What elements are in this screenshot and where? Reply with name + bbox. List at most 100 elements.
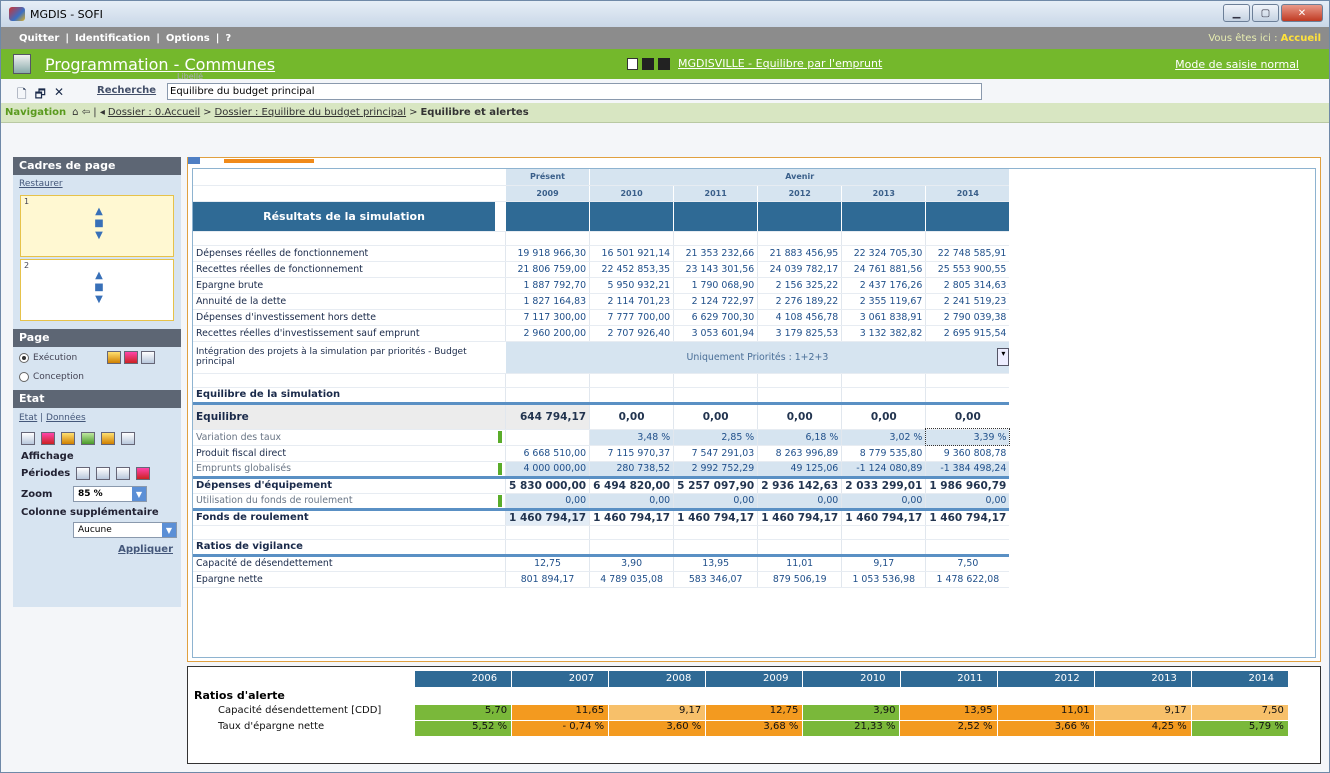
results-title: Résultats de la simulation xyxy=(193,201,495,232)
crumb-equilibre[interactable]: Dossier : Equilibre du budget principal xyxy=(215,107,407,118)
present-header: Présent xyxy=(504,169,590,186)
maximize-button[interactable]: ▢ xyxy=(1252,4,1279,22)
menu-identification[interactable]: Identification xyxy=(75,33,150,44)
zoom-select[interactable]: 85 % ▼ xyxy=(73,486,147,502)
chevron-down-icon[interactable]: ▾ xyxy=(997,347,1010,366)
navigation-label: Navigation xyxy=(5,107,67,118)
sort-icon[interactable] xyxy=(642,57,654,70)
etat-header: Etat xyxy=(13,390,181,408)
period-right-icon[interactable] xyxy=(116,467,131,480)
period-down-icon[interactable] xyxy=(96,467,111,480)
cell[interactable]: 0,00 xyxy=(589,493,674,510)
integration-label: Intégration des projets à la simulation … xyxy=(193,341,495,374)
cell: 1 887 792,70 xyxy=(504,277,590,294)
chevron-down-icon[interactable]: ▼ xyxy=(162,523,176,537)
crumb-accueil[interactable]: Dossier : 0.Accueil xyxy=(108,107,200,118)
donnees-link[interactable]: Données xyxy=(46,413,86,423)
calendar-icon[interactable] xyxy=(136,467,151,480)
rate-input[interactable]: 6,18 % xyxy=(757,429,842,446)
home-icon[interactable]: ⌂ xyxy=(72,107,78,118)
rate-input[interactable]: 3,48 % xyxy=(589,429,674,446)
close-button[interactable]: ✕ xyxy=(1281,4,1323,22)
panel-toggle-icon[interactable] xyxy=(188,157,200,164)
cell: 25 553 900,55 xyxy=(925,261,1010,278)
execution-radio[interactable]: Exécution xyxy=(13,347,181,368)
avenir-header: Avenir xyxy=(589,169,1010,186)
search-label[interactable]: Recherche xyxy=(97,85,156,96)
cell: 2 114 701,23 xyxy=(589,293,674,310)
cell[interactable]: 0,00 xyxy=(841,493,926,510)
affichage-label: Affichage xyxy=(21,451,74,462)
user-check-icon[interactable] xyxy=(121,432,135,445)
cell: 2 124 722,97 xyxy=(673,293,758,310)
colonne-select[interactable]: Aucune ▼ xyxy=(73,522,177,538)
chart-icon[interactable] xyxy=(124,351,139,364)
location-home-link[interactable]: Accueil xyxy=(1281,33,1321,44)
cell[interactable]: -1 384 498,24 xyxy=(925,461,1010,478)
appliquer-button[interactable]: Appliquer xyxy=(13,538,181,561)
back-icon[interactable]: ⇦ xyxy=(82,107,90,118)
etat-link[interactable]: Etat xyxy=(19,413,37,423)
bar-chart-icon[interactable] xyxy=(61,432,75,445)
cell[interactable]: 4 000 000,00 xyxy=(504,461,590,478)
year-header: 2010 xyxy=(589,185,674,202)
table-row: Capacité de désendettement 12,75 3,90 13,95… xyxy=(193,553,1010,572)
priority-select[interactable]: Uniquement Priorités : 1+2+3 ▾ xyxy=(505,341,1010,374)
pencil-icon[interactable] xyxy=(101,432,115,445)
grid-icon[interactable] xyxy=(41,432,55,445)
menu-quitter[interactable]: Quitter xyxy=(19,33,59,44)
book-icon[interactable] xyxy=(107,351,122,364)
period-left-icon[interactable] xyxy=(76,467,91,480)
equilibre-row: Equilibre 644 794,17 0,00 0,00 0,00 0,00… xyxy=(193,401,1010,430)
cadre-move-controls[interactable]: ▲ ■ ▼ xyxy=(93,270,105,306)
cell[interactable]: 2 992 752,29 xyxy=(673,461,758,478)
cell[interactable]: -1 124 080,89 xyxy=(841,461,926,478)
restaurer-link[interactable]: Restaurer xyxy=(13,175,181,193)
globe-icon[interactable] xyxy=(81,432,95,445)
cell[interactable]: 0,00 xyxy=(673,493,758,510)
cell: 3 053 601,94 xyxy=(673,325,758,342)
chevron-down-icon[interactable]: ▼ xyxy=(132,487,146,501)
menu-options[interactable]: Options xyxy=(166,33,210,44)
rate-input[interactable]: 3,02 % xyxy=(841,429,926,446)
cell[interactable]: 0,00 xyxy=(925,493,1010,510)
search-input[interactable] xyxy=(167,83,982,100)
cadre-2[interactable]: 2 ▲ ■ ▼ xyxy=(20,259,174,321)
taux-row: Taux d'épargne nette 5,52 % - 0,74 % 3,60 … xyxy=(188,721,1288,736)
context-link[interactable]: MGDISVILLE - Equilibre par l'emprunt xyxy=(678,57,882,70)
cell[interactable]: 0,00 xyxy=(504,493,590,510)
minimize-button[interactable]: ▁ xyxy=(1223,4,1250,22)
table-icon[interactable] xyxy=(141,351,156,364)
cell: 0,00 xyxy=(673,401,758,430)
cell: 7,50 xyxy=(925,553,1010,572)
menu-help[interactable]: ? xyxy=(225,33,231,44)
table-row: Variation des taux 3,48 % 2,85 % 6,18 % … xyxy=(193,428,1011,446)
mode-saisie-link[interactable]: Mode de saisie normal xyxy=(1175,58,1299,71)
rate-input[interactable]: 2,85 % xyxy=(673,429,758,446)
cadre-1[interactable]: 1 ▲ ■ ▼ xyxy=(20,195,174,257)
cell: 583 346,07 xyxy=(673,571,758,588)
new-document-icon[interactable] xyxy=(627,57,638,70)
cell[interactable]: 0,00 xyxy=(757,493,842,510)
active-tab-indicator[interactable] xyxy=(224,159,314,163)
export-icon[interactable] xyxy=(21,432,35,445)
conception-radio[interactable]: Conception xyxy=(13,368,181,386)
delete-icon[interactable]: ✕ xyxy=(54,85,64,106)
collapse-icon[interactable]: ◂ xyxy=(100,107,105,118)
properties-icon[interactable]: 🗗 xyxy=(35,85,46,106)
save-icon[interactable] xyxy=(658,57,670,70)
cell: 2 695 915,54 xyxy=(925,325,1010,342)
cell: 2 241 519,23 xyxy=(925,293,1010,310)
cell: 0,00 xyxy=(841,401,926,430)
module-title[interactable]: Programmation - Communes xyxy=(45,55,275,74)
rate-input[interactable]: 3,39 % xyxy=(924,428,1011,446)
cadre-move-controls[interactable]: ▲ ■ ▼ xyxy=(93,206,105,242)
cell[interactable]: 49 125,06 xyxy=(757,461,842,478)
new-icon[interactable]: 🗋 xyxy=(17,85,27,106)
cdd-row: Capacité désendettement [CDD] 5,70 11,65 9… xyxy=(188,705,1288,720)
cell[interactable]: 280 738,52 xyxy=(589,461,674,478)
cell: 3 179 825,53 xyxy=(757,325,842,342)
cadres-header: Cadres de page xyxy=(13,157,181,175)
cell: 2 936 142,63 xyxy=(757,475,842,494)
cell: 2 033 299,01 xyxy=(841,475,926,494)
